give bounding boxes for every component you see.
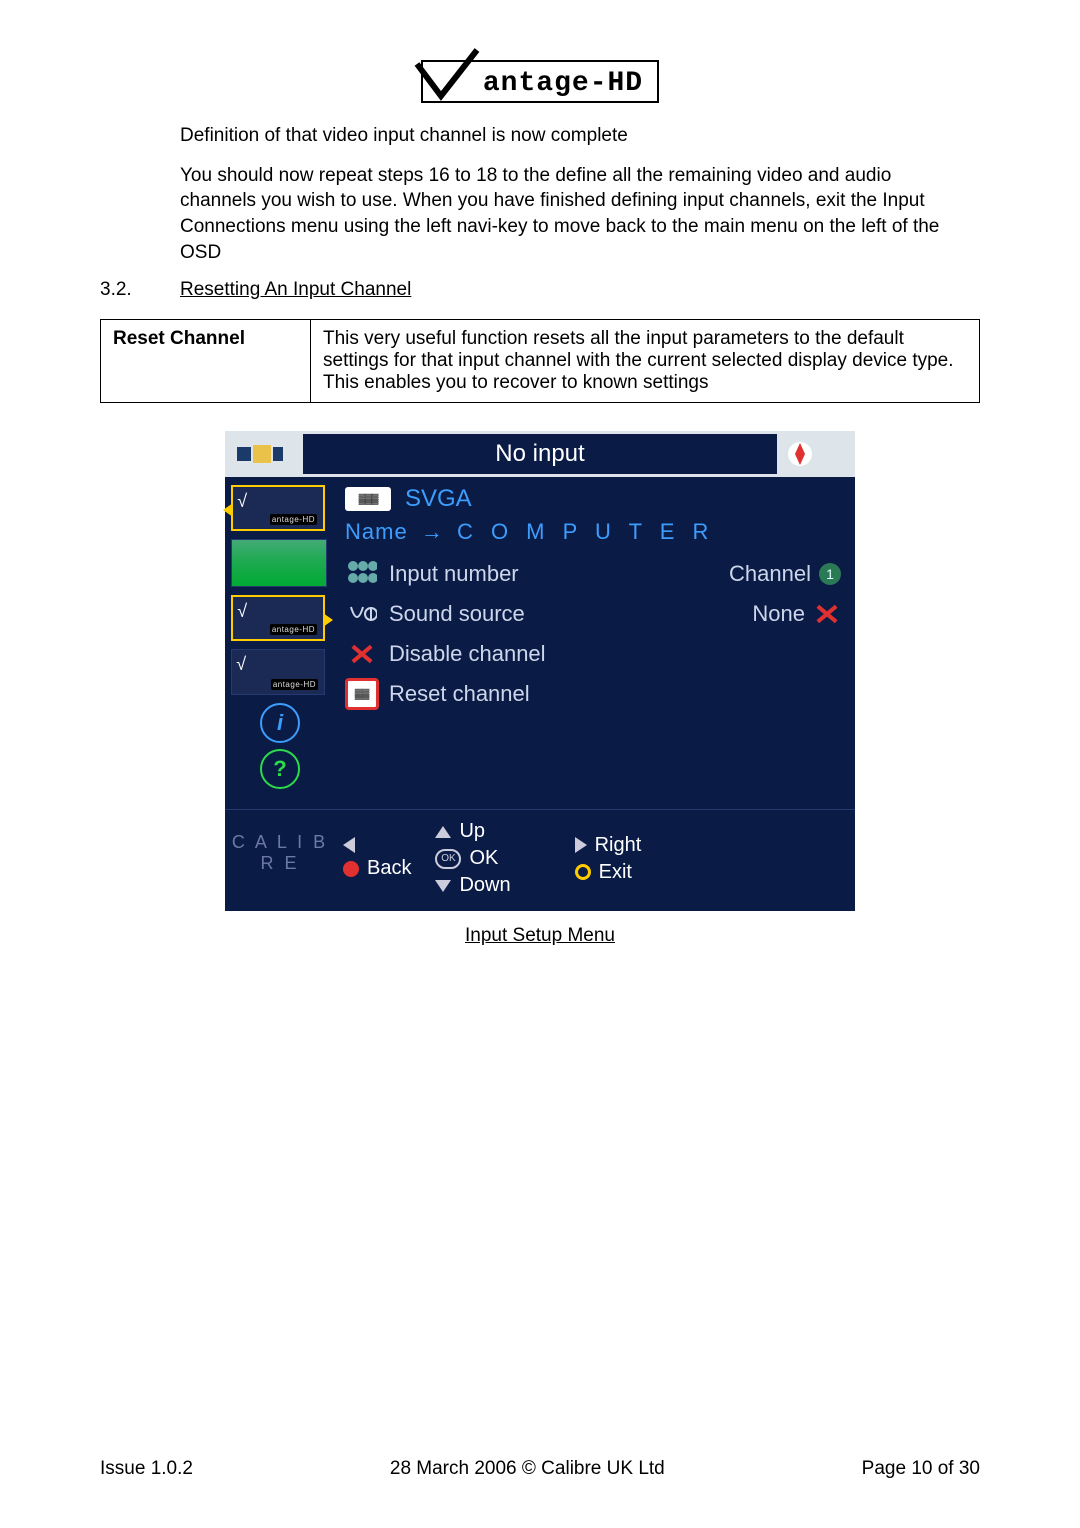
page-footer: Issue 1.0.2 28 March 2006 © Calibre UK L… — [100, 1458, 980, 1480]
brand-logo-text: antage-HD — [483, 68, 643, 99]
footer-issue: Issue 1.0.2 — [100, 1458, 193, 1480]
osd-main-panel: ▓▓▓ SVGA Name → C O M P U T E R — [335, 477, 855, 809]
osd-screen: No input √ antage-HD √ — [225, 431, 855, 911]
reset-channel-table: Reset Channel This very useful function … — [100, 319, 980, 403]
osd-body: √ antage-HD √ antage-HD √ antage-HD i ? — [225, 477, 855, 809]
name-value: C O M P U T E R — [457, 519, 714, 544]
menu-item-reset-channel[interactable]: ▓▓ Reset channel — [345, 679, 841, 709]
input-type-label: SVGA — [405, 485, 472, 513]
titlebar-left-icon — [235, 439, 295, 469]
triangle-left-icon — [343, 837, 355, 853]
reset-icon: ▓▓ — [345, 679, 379, 709]
menu-item-input-number[interactable]: Input number Channel 1 — [345, 559, 841, 589]
section-title: Resetting An Input Channel — [180, 279, 411, 301]
menu-item-disable-channel[interactable]: Disable channel — [345, 639, 841, 669]
osd-footer: C A L I B R E Back Up OKOK Down Right Ex… — [225, 809, 855, 911]
table-desc-cell: This very useful function resets all the… — [311, 320, 980, 403]
yellow-ring-icon — [575, 864, 591, 880]
disable-icon — [345, 639, 379, 669]
section-number: 3.2. — [100, 279, 180, 301]
nav-exit-hint: Exit — [575, 861, 642, 884]
footer-brand: C A L I B R E — [225, 810, 335, 911]
footer-date: 28 March 2006 © Calibre UK Ltd — [390, 1458, 665, 1480]
red-dot-icon — [343, 861, 359, 877]
osd-type-row: ▓▓▓ SVGA — [345, 485, 841, 513]
channel-label: Channel — [729, 561, 811, 587]
figure-caption: Input Setup Menu — [100, 925, 980, 947]
osd-title: No input — [303, 434, 777, 474]
osd-titlebar: No input — [225, 431, 855, 477]
nav-down-hint: Down — [435, 874, 510, 897]
keyboard-icon: ▓▓▓ — [345, 487, 391, 511]
mute-cross-icon — [813, 602, 841, 626]
menu-label: Input number — [389, 561, 519, 587]
sidebar-picture-thumb[interactable] — [231, 539, 327, 587]
name-label: Name — [345, 519, 408, 544]
help-icon[interactable]: ? — [260, 749, 300, 789]
numpad-icon — [345, 559, 379, 589]
nav-right-hint: Right — [575, 834, 642, 857]
triangle-right-icon — [575, 837, 587, 853]
spacer — [345, 719, 841, 789]
triangle-down-icon — [435, 880, 451, 892]
name-row: Name → C O M P U T E R — [345, 519, 841, 545]
document-page: antage-HD Definition of that video input… — [0, 0, 1080, 1528]
arrow-right-icon: → — [421, 519, 444, 544]
nav-back-hint: Back — [343, 857, 411, 880]
nav-ok-hint: OKOK — [435, 847, 510, 870]
logo-container: antage-HD — [100, 60, 980, 103]
sidebar-item-selected-in[interactable]: √ antage-HD — [231, 485, 325, 531]
titlebar-right-icon — [785, 439, 845, 469]
nav-up-hint: Up — [435, 820, 510, 843]
osd-sidebar: √ antage-HD √ antage-HD √ antage-HD i ? — [225, 477, 335, 809]
footer-nav-hints: Back Up OKOK Down Right Exit — [335, 810, 855, 911]
checkmark-icon — [413, 44, 483, 104]
body-text-block: Definition of that video input channel i… — [180, 123, 960, 265]
table-row: Reset Channel This very useful function … — [101, 320, 980, 403]
table-label-cell: Reset Channel — [101, 320, 311, 403]
ok-icon: OK — [435, 849, 461, 869]
info-icon[interactable]: i — [260, 703, 300, 743]
paragraph-2: You should now repeat steps 16 to 18 to … — [180, 163, 960, 266]
brand-logo: antage-HD — [421, 60, 659, 103]
paragraph-1: Definition of that video input channel i… — [180, 123, 960, 149]
sidebar-item[interactable]: √ antage-HD — [231, 649, 325, 695]
channel-number-badge: 1 — [819, 563, 841, 585]
sound-value: None — [752, 601, 805, 627]
osd-screenshot-wrap: No input √ antage-HD √ — [100, 431, 980, 947]
audio-icon — [345, 599, 379, 629]
menu-item-sound-source[interactable]: Sound source None — [345, 599, 841, 629]
footer-page: Page 10 of 30 — [862, 1458, 980, 1480]
menu-label: Sound source — [389, 601, 525, 627]
nav-left-hint — [343, 837, 411, 853]
sidebar-item-selected-out[interactable]: √ antage-HD — [231, 595, 325, 641]
triangle-up-icon — [435, 826, 451, 838]
section-heading-row: 3.2. Resetting An Input Channel — [100, 279, 980, 301]
menu-label: Disable channel — [389, 641, 546, 667]
menu-label: Reset channel — [389, 681, 530, 707]
